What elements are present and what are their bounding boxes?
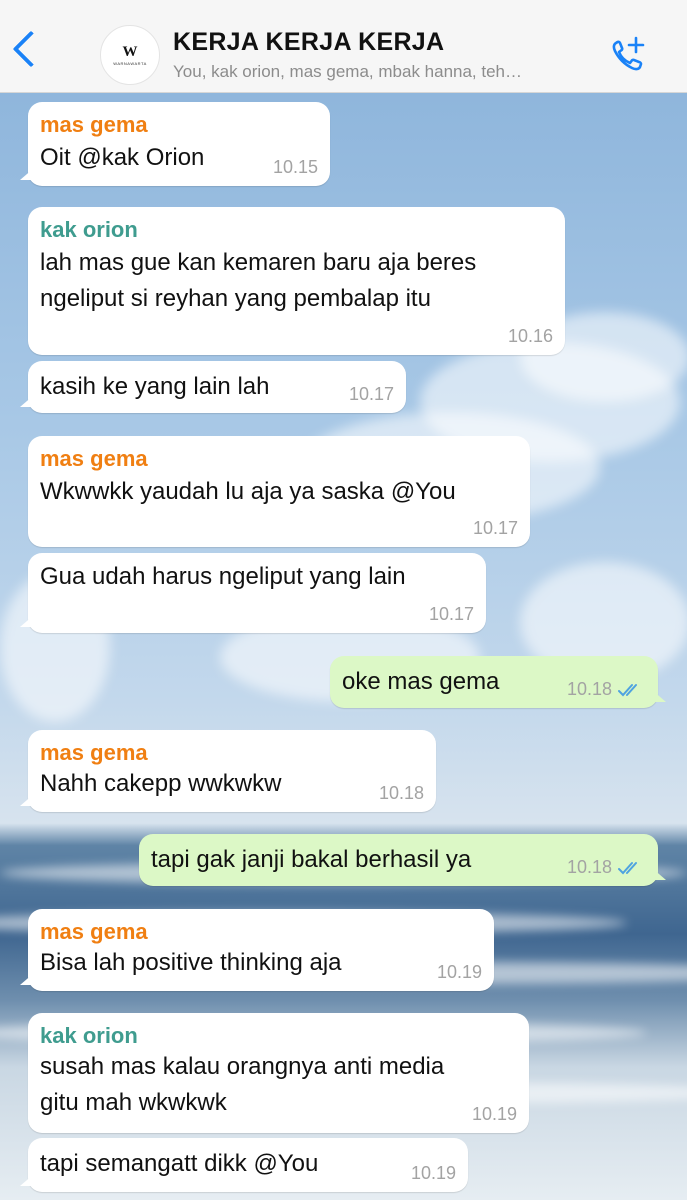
message-text: ngeliput si reyhan yang pembalap itu [40,285,431,312]
message-sender: mas gema [40,446,148,471]
message-time: 10.17 [472,518,518,538]
read-receipt-icon [618,862,637,875]
outgoing-message-bubble[interactable]: oke mas gema 10.18 [330,656,666,708]
message-text: Bisa lah positive thinking aja [40,949,342,976]
chat-header: W WARNAWARTA KERJA KERJA KERJA You, kak … [0,0,687,93]
message-text: tapi semangatt dikk @You [40,1150,319,1177]
message-text: susah mas kalau orangnya anti media [40,1053,445,1080]
message-text: oke mas gema [342,668,500,695]
message-bubble[interactable]: kak orion susah mas kalau orangnya anti … [28,1013,529,1133]
message-text: tapi gak janji bakal berhasil ya [151,846,472,873]
add-call-icon[interactable] [608,34,648,74]
message-sender: kak orion [40,217,138,242]
message-sender: mas gema [40,919,148,944]
message-time: 10.17 [348,384,394,404]
message-text: Gua udah harus ngeliput yang lain [40,563,406,590]
outgoing-message-bubble[interactable]: tapi gak janji bakal berhasil ya 10.18 [139,834,666,886]
message-text: Wkwwkk yaudah lu aja ya saska @You [40,478,456,505]
read-receipt-icon [618,684,637,697]
message-bubble[interactable]: mas gema Wkwwkk yaudah lu aja ya saska @… [28,436,530,547]
message-time: 10.19 [471,1104,517,1124]
message-bubble[interactable]: Gua udah harus ngeliput yang lain 10.17 [20,553,486,633]
message-time: 10.16 [507,326,553,346]
avatar-logo-text: WARNAWARTA [113,61,147,66]
message-time: 10.15 [272,157,318,177]
message-bubble[interactable]: mas gema Nahh cakepp wwkwkw 10.18 [20,730,436,812]
message-bubble[interactable]: mas gema Oit @kak Orion 10.15 [20,102,330,186]
message-text: Oit @kak Orion [40,144,205,171]
message-text: gitu mah wkwkwk [40,1089,227,1116]
group-avatar[interactable]: W WARNAWARTA [100,25,160,85]
message-text: lah mas gue kan kemaren baru aja beres [40,249,477,276]
message-bubble[interactable]: kasih ke yang lain lah 10.17 [20,361,406,413]
message-sender: kak orion [40,1023,138,1048]
message-sender: mas gema [40,740,148,765]
message-bubble[interactable]: mas gema Bisa lah positive thinking aja … [20,909,494,991]
message-time: 10.18 [378,783,424,803]
chevron-left-icon[interactable] [12,30,50,68]
group-title[interactable]: KERJA KERJA KERJA [173,28,444,57]
message-time: 10.17 [428,604,474,624]
message-bubble[interactable]: kak orion lah mas gue kan kemaren baru a… [28,207,565,355]
message-time: 10.18 [566,679,612,699]
message-sender: mas gema [40,112,148,137]
message-time: 10.19 [436,962,482,982]
message-time: 10.19 [410,1163,456,1183]
message-time: 10.18 [566,857,612,877]
group-members[interactable]: You, kak orion, mas gema, mbak hanna, te… [173,62,603,82]
message-text: Nahh cakepp wwkwkw [40,770,282,797]
message-bubble[interactable]: tapi semangatt dikk @You 10.19 [20,1138,468,1192]
message-text: kasih ke yang lain lah [40,373,270,400]
avatar-logo-mark: W [122,44,138,60]
